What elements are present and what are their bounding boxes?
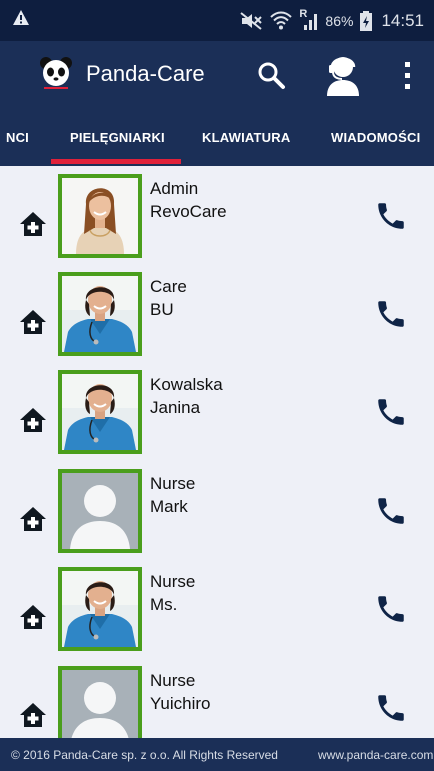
contact-first-line: Kowalska	[150, 375, 223, 394]
battery-icon	[360, 10, 373, 31]
more-vert-icon[interactable]	[400, 59, 414, 93]
tab-wiadomosci[interactable]: WIADOMOŚCI	[331, 109, 420, 166]
contact-second-line: BU	[150, 300, 174, 319]
avatar	[58, 567, 142, 651]
contact-first-line: Nurse	[150, 474, 196, 493]
add-home-icon[interactable]	[19, 211, 47, 237]
contact-row[interactable]: Admin RevoCare	[0, 173, 434, 271]
tab-pielegniarki[interactable]: PIELĘGNIARKI	[70, 109, 165, 166]
contact-row[interactable]: Kowalska Janina	[0, 370, 434, 468]
contact-second-line: Yuichiro	[150, 694, 211, 713]
panda-logo[interactable]	[38, 55, 74, 91]
status-bar: R 86% 14:51	[0, 0, 434, 41]
signal-icon: R	[299, 8, 319, 32]
avatar	[58, 469, 142, 553]
status-icons: R 86% 14:51	[239, 0, 424, 41]
status-clock: 14:51	[381, 10, 424, 30]
tab-klawiatura[interactable]: KLAWIATURA	[202, 109, 290, 166]
avatar	[58, 370, 142, 454]
contact-first-line: Care	[150, 277, 187, 296]
tab-indicator	[51, 159, 181, 164]
contact-second-line: RevoCare	[150, 202, 227, 221]
contact-first-line: Nurse	[150, 671, 196, 690]
contact-second-line: Janina	[150, 398, 201, 417]
battery-percent: 86%	[325, 12, 354, 29]
app-title: Panda-Care	[86, 61, 205, 86]
contact-list[interactable]: Admin RevoCare Care BU Kowalska Janina N…	[0, 166, 434, 738]
footer-website-link[interactable]: www.panda-care.com	[318, 748, 433, 762]
phone-icon[interactable]	[374, 691, 408, 725]
contact-first-line: Nurse	[150, 572, 196, 591]
agent-icon[interactable]	[325, 54, 361, 96]
contact-row[interactable]: Nurse Mark	[0, 469, 434, 567]
mute-icon	[240, 11, 263, 30]
footer-copyright: © 2016 Panda-Care sp. z o.o. All Rights …	[11, 748, 278, 762]
avatar	[58, 174, 142, 258]
add-home-icon[interactable]	[19, 702, 47, 728]
contact-row[interactable]: Care BU	[0, 272, 434, 370]
phone-icon[interactable]	[374, 297, 408, 331]
contact-first-line: Admin	[150, 179, 199, 198]
footer: © 2016 Panda-Care sp. z o.o. All Rights …	[0, 738, 434, 771]
contact-second-line: Ms.	[150, 595, 178, 614]
add-home-icon[interactable]	[19, 309, 47, 335]
phone-icon[interactable]	[374, 592, 408, 626]
contact-second-line: Mark	[150, 497, 188, 516]
avatar	[58, 272, 142, 356]
tab-bar: NCI PIELĘGNIARKI KLAWIATURA WIADOMOŚCI	[0, 109, 434, 166]
avatar	[58, 666, 142, 738]
contact-row[interactable]: Nurse Ms.	[0, 567, 434, 665]
app-bar: Panda-Care	[0, 41, 434, 109]
add-home-icon[interactable]	[19, 407, 47, 433]
phone-icon[interactable]	[374, 199, 408, 233]
search-icon[interactable]	[256, 60, 286, 90]
wifi-icon	[270, 11, 293, 29]
add-home-icon[interactable]	[19, 604, 47, 630]
tab-nci[interactable]: NCI	[6, 109, 29, 166]
phone-icon[interactable]	[374, 395, 408, 429]
add-home-icon[interactable]	[19, 506, 47, 532]
phone-icon[interactable]	[374, 494, 408, 528]
warning-icon	[13, 10, 29, 25]
contact-row[interactable]: Nurse Yuichiro	[0, 666, 434, 738]
